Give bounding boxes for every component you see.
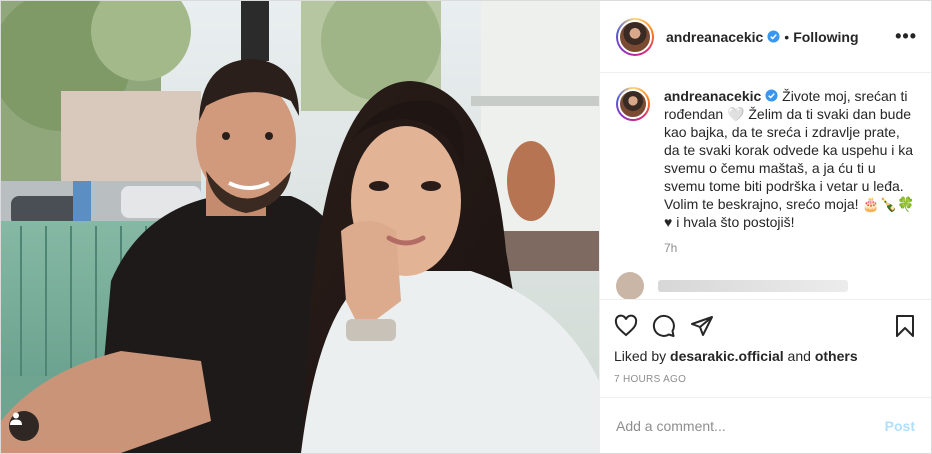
action-icons: [614, 310, 917, 342]
comment-icon[interactable]: [652, 314, 676, 338]
photo-illustration: [1, 1, 599, 453]
author-username[interactable]: andreanacekic: [666, 29, 763, 45]
caption-time: 7h: [664, 241, 678, 255]
caption-avatar[interactable]: [616, 87, 650, 121]
instagram-post: andreanacekic • Following ••• andreanace…: [0, 0, 932, 454]
comment-item: [616, 272, 915, 299]
following-button[interactable]: Following: [793, 29, 858, 45]
post-comment-button[interactable]: Post: [885, 418, 915, 434]
bookmark-icon[interactable]: [893, 314, 917, 338]
comment-text-placeholder: [658, 280, 848, 292]
heart-icon[interactable]: [614, 314, 638, 338]
caption-username[interactable]: andreanacekic: [664, 88, 761, 104]
user-tag-icon[interactable]: [9, 411, 39, 441]
header-separator: •: [784, 28, 790, 45]
verified-badge-icon: [765, 89, 778, 102]
liked-by: Liked by desarakic.official and others: [614, 348, 917, 364]
liked-by-user[interactable]: desarakic.official: [670, 348, 784, 364]
comments-section: andreanacekic Živote moj, srećan ti rođe…: [600, 73, 931, 299]
post-side-panel: andreanacekic • Following ••• andreanace…: [599, 1, 931, 453]
comment-input[interactable]: [616, 417, 885, 434]
post-timestamp[interactable]: 7 HOURS AGO: [614, 374, 917, 385]
liked-by-others[interactable]: others: [815, 348, 858, 364]
verified-badge-icon: [767, 30, 780, 43]
post-actions: Liked by desarakic.official and others 7…: [600, 299, 931, 385]
post-header: andreanacekic • Following •••: [600, 1, 931, 73]
more-options-icon[interactable]: •••: [895, 26, 917, 47]
caption-text: Živote moj, srećan ti rođendan 🤍 Želim d…: [664, 88, 915, 230]
liked-by-prefix: Liked by: [614, 348, 671, 364]
add-comment-bar: Post: [600, 397, 931, 453]
author-avatar[interactable]: [616, 17, 654, 56]
liked-by-suffix: and: [783, 348, 815, 364]
caption-body: andreanacekic Živote moj, srećan ti rođe…: [664, 87, 915, 231]
caption: andreanacekic Živote moj, srećan ti rođe…: [616, 87, 915, 231]
commenter-avatar[interactable]: [616, 272, 644, 299]
post-photo[interactable]: [1, 1, 599, 453]
share-icon[interactable]: [690, 314, 714, 338]
